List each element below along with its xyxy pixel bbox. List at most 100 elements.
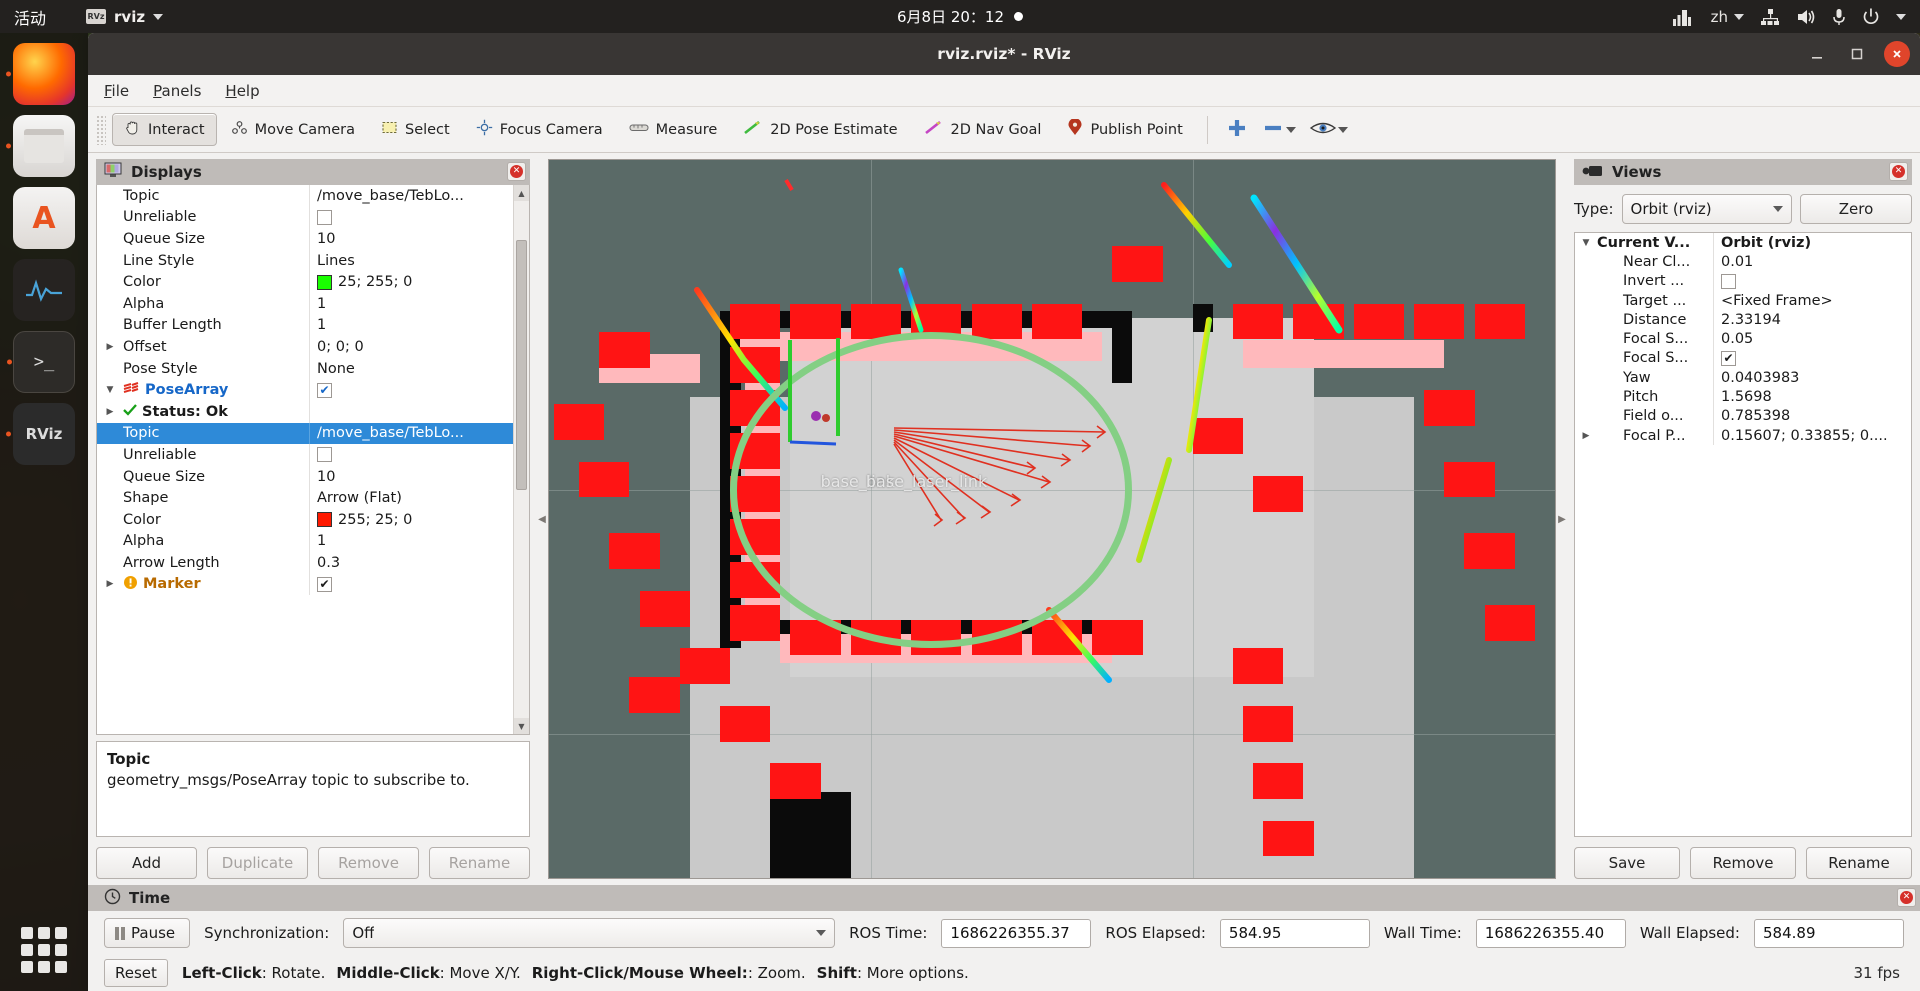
pause-button[interactable]: Pause bbox=[104, 918, 191, 948]
volume-icon[interactable] bbox=[1796, 8, 1816, 26]
display-property-row[interactable]: Topic/move_base/TebLo... bbox=[97, 422, 513, 445]
display-property-row[interactable]: ▶ Marker ✔ bbox=[97, 573, 513, 596]
display-property-row[interactable]: Pose Style None bbox=[97, 357, 513, 380]
display-property-row[interactable]: Alpha 1 bbox=[97, 292, 513, 315]
view-property-row[interactable]: Pitch 1.5698 bbox=[1575, 387, 1911, 407]
tool-focus-camera[interactable]: Focus Camera bbox=[464, 113, 615, 146]
display-property-row[interactable]: Alpha 1 bbox=[97, 530, 513, 553]
chevron-down-icon[interactable] bbox=[1896, 13, 1906, 20]
checkbox[interactable]: ✔ bbox=[1721, 350, 1736, 366]
expand-collapse-icon[interactable]: ▼ bbox=[1575, 238, 1597, 248]
maximize-button[interactable] bbox=[1844, 41, 1870, 67]
dock-item-rviz[interactable] bbox=[6, 403, 75, 465]
tool-move-camera[interactable]: Move Camera bbox=[219, 113, 367, 146]
wall-time-field[interactable]: 1686226355.40 bbox=[1475, 918, 1626, 948]
display-property-value[interactable]: Lines bbox=[309, 249, 513, 272]
view-property-row[interactable]: Yaw 0.0403983 bbox=[1575, 368, 1911, 388]
menu-file[interactable]: File bbox=[104, 82, 129, 100]
app-menu-button[interactable]: rviz bbox=[86, 8, 164, 26]
display-property-value[interactable] bbox=[309, 444, 513, 466]
display-property-row[interactable]: Queue Size 10 bbox=[97, 228, 513, 250]
display-property-row[interactable]: ▼ PoseArray ✔ bbox=[97, 379, 513, 401]
chevron-down-icon[interactable] bbox=[1285, 126, 1296, 133]
remove-view-button[interactable]: Remove bbox=[1690, 847, 1796, 879]
dock-item-system-monitor[interactable] bbox=[13, 259, 75, 321]
display-property-row[interactable]: Color 255; 25; 0 bbox=[97, 508, 513, 531]
display-property-value[interactable] bbox=[309, 206, 513, 229]
view-property-value[interactable]: Orbit (rviz) bbox=[1713, 233, 1911, 253]
displays-scrollbar[interactable]: ▲ ▼ bbox=[513, 185, 529, 734]
view-property-value[interactable]: 0.01 bbox=[1713, 252, 1911, 272]
scroll-down-icon[interactable]: ▼ bbox=[514, 718, 529, 734]
display-property-row[interactable]: Topic/move_base/TebLo... bbox=[97, 185, 513, 207]
view-property-row[interactable]: Invert ... bbox=[1575, 271, 1911, 291]
synchronization-select[interactable]: Off bbox=[343, 918, 836, 948]
dock-item-files[interactable] bbox=[6, 115, 75, 177]
view-property-row[interactable]: Target ... <Fixed Frame> bbox=[1575, 290, 1911, 311]
display-property-value[interactable]: Arrow (Flat) bbox=[309, 487, 513, 509]
display-property-row[interactable]: Buffer Length 1 bbox=[97, 314, 513, 337]
expand-icon[interactable]: ▶ bbox=[97, 579, 123, 589]
display-property-row[interactable]: ▶ Status: Ok bbox=[97, 400, 513, 423]
display-property-value[interactable]: 255; 25; 0 bbox=[309, 508, 513, 531]
view-property-value[interactable]: 0.15607; 0.33855; 0.... bbox=[1713, 425, 1911, 446]
view-property-value[interactable]: 1.5698 bbox=[1713, 387, 1911, 407]
view-property-value[interactable] bbox=[1713, 271, 1911, 291]
show-applications-button[interactable] bbox=[21, 927, 67, 973]
remove-tool-button[interactable] bbox=[1256, 113, 1302, 147]
time-panel-close-button[interactable]: ✕ bbox=[1897, 888, 1916, 907]
view-property-value[interactable]: 0.05 bbox=[1713, 329, 1911, 349]
expand-icon[interactable]: ▶ bbox=[1575, 431, 1597, 441]
color-swatch[interactable] bbox=[317, 274, 332, 290]
right-splitter-handle[interactable]: ▶ bbox=[1556, 159, 1568, 879]
power-icon[interactable] bbox=[1862, 8, 1880, 26]
dock-item-terminal[interactable] bbox=[7, 331, 75, 393]
view-property-row[interactable]: Distance 2.33194 bbox=[1575, 310, 1911, 330]
views-panel-close-button[interactable]: ✕ bbox=[1889, 162, 1908, 181]
display-property-value[interactable]: 1 bbox=[309, 292, 513, 315]
ros-elapsed-field[interactable]: 584.95 bbox=[1219, 918, 1370, 948]
wall-elapsed-field[interactable]: 584.89 bbox=[1754, 918, 1904, 948]
menu-help[interactable]: Help bbox=[225, 82, 259, 100]
menu-panels[interactable]: Panels bbox=[153, 82, 201, 100]
zero-button[interactable]: Zero bbox=[1800, 194, 1912, 224]
view-property-value[interactable]: 0.785398 bbox=[1713, 406, 1911, 426]
view-property-value[interactable]: ✔ bbox=[1713, 348, 1911, 369]
display-property-row[interactable]: Color 25; 255; 0 bbox=[97, 271, 513, 293]
checkbox[interactable] bbox=[317, 447, 332, 463]
display-property-value[interactable]: None bbox=[309, 357, 513, 380]
view-property-value[interactable]: <Fixed Frame> bbox=[1713, 290, 1911, 311]
view-type-select[interactable]: Orbit (rviz) bbox=[1621, 194, 1792, 224]
scroll-up-icon[interactable]: ▲ bbox=[514, 185, 529, 201]
expand-collapse-icon[interactable]: ▼ bbox=[97, 385, 123, 395]
minimize-button[interactable] bbox=[1804, 41, 1830, 67]
left-splitter-handle[interactable]: ◀ bbox=[536, 159, 548, 879]
display-property-value[interactable]: 25; 255; 0 bbox=[309, 271, 513, 293]
display-property-value[interactable]: 0; 0; 0 bbox=[309, 336, 513, 358]
display-property-value[interactable]: 1 bbox=[309, 530, 513, 553]
display-property-row[interactable]: Line Style Lines bbox=[97, 249, 513, 272]
visibility-button[interactable] bbox=[1304, 115, 1354, 145]
expand-icon[interactable]: ▶ bbox=[97, 342, 123, 352]
dock-item-software[interactable] bbox=[13, 187, 75, 249]
display-property-value[interactable]: /move_base/TebLo... bbox=[309, 422, 513, 445]
checkbox[interactable]: ✔ bbox=[317, 382, 332, 398]
views-tree[interactable]: ▼ Current V... Orbit (rviz) Near Cl... 0.01 I… bbox=[1574, 232, 1912, 837]
checkbox[interactable] bbox=[1721, 273, 1736, 289]
view-property-value[interactable]: 0.0403983 bbox=[1713, 368, 1911, 388]
save-view-button[interactable]: Save bbox=[1574, 847, 1680, 879]
tool-2d-pose-estimate[interactable]: 2D Pose Estimate bbox=[731, 113, 909, 146]
display-property-row[interactable]: Shape Arrow (Flat) bbox=[97, 487, 513, 509]
close-button[interactable] bbox=[1884, 41, 1910, 67]
render-viewport[interactable]: base_link base_laser_link bbox=[548, 159, 1556, 879]
checkbox[interactable] bbox=[317, 209, 332, 225]
network-icon[interactable] bbox=[1760, 8, 1780, 26]
clock-button[interactable]: 6月8日 20：12 bbox=[897, 6, 1024, 27]
expand-icon[interactable]: ▶ bbox=[97, 407, 123, 417]
display-property-row[interactable]: Unreliable bbox=[97, 206, 513, 229]
toolbar-grip[interactable] bbox=[96, 114, 106, 145]
reset-button[interactable]: Reset bbox=[104, 959, 168, 987]
signal-icon[interactable] bbox=[1672, 8, 1695, 26]
tool-interact[interactable]: Interact bbox=[112, 113, 217, 146]
dock-item-firefox[interactable] bbox=[6, 43, 75, 105]
